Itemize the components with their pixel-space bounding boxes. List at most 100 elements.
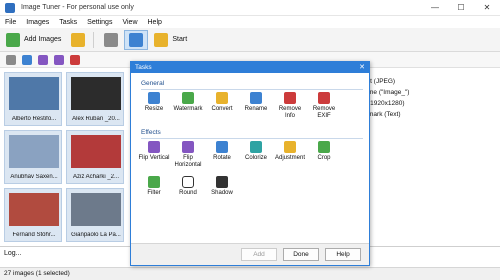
thumbnail-grid: Alberto Restifo... Alex Ruban _20... Anu… [0, 68, 135, 246]
task-label: Resize [144, 106, 164, 112]
thumbnail-item[interactable]: Gianpaolo La Pa... [66, 188, 124, 242]
list-view-icon [104, 32, 119, 47]
thumbnail-image [71, 193, 121, 226]
dialog-title: Tasks [135, 64, 152, 71]
add-images-icon [6, 32, 20, 47]
task-crop[interactable]: Crop [307, 141, 341, 173]
effects-section-label: Effects [141, 129, 161, 136]
task-label: Remove EXIF [312, 106, 336, 119]
info-line: (1920x1280) [368, 100, 405, 107]
menu-bar: File Images Tasks Settings View Help [0, 16, 500, 28]
thumbnail-image [9, 193, 59, 226]
tasks-icon [129, 32, 144, 47]
start-button[interactable]: Start [150, 30, 191, 50]
view-list-button[interactable] [100, 30, 122, 50]
refresh-icon[interactable] [22, 54, 32, 65]
general-section-label: General [141, 80, 165, 87]
title-bar: Image Tuner - For personal use only — ☐ … [0, 0, 500, 16]
round-icon [182, 176, 194, 188]
tasks-button[interactable] [124, 29, 149, 50]
menu-images[interactable]: Images [21, 19, 54, 26]
thumbnail-image [9, 135, 59, 168]
thumbnail-label: Aziz Acharki _2... [72, 174, 120, 180]
thumbnail-label: Alberto Restifo... [11, 116, 57, 122]
menu-view[interactable]: View [117, 19, 142, 26]
add-images-label: Add Images [24, 36, 62, 43]
status-text: 27 images (1 selected) [4, 270, 70, 277]
sort-icon[interactable] [38, 54, 48, 65]
task-flip-horizontal[interactable]: Flip Horizontal [171, 141, 205, 173]
menu-file[interactable]: File [0, 19, 21, 26]
filter-effect-icon [148, 176, 160, 188]
task-label: Rotate [213, 155, 231, 161]
thumbnail-item[interactable]: Alex Ruban _20... [66, 72, 124, 126]
task-resize[interactable]: Resize [137, 92, 171, 124]
watermark-icon [182, 92, 194, 104]
thumbnail-item[interactable]: Fernand Stöhr... [4, 188, 62, 242]
task-convert[interactable]: Convert [205, 92, 239, 124]
thumbnail-item[interactable]: Aziz Acharki _2... [66, 130, 124, 184]
rename-icon [250, 92, 262, 104]
minimize-button[interactable]: — [422, 0, 448, 16]
task-remove-info[interactable]: Remove Info [273, 92, 307, 124]
add-folder-button[interactable] [67, 30, 89, 50]
maximize-button[interactable]: ☐ [448, 0, 474, 16]
thumbnail-image [9, 77, 59, 110]
task-round[interactable]: Round [171, 176, 205, 208]
close-button[interactable]: ✕ [474, 0, 500, 16]
lightning-icon [154, 32, 169, 47]
done-button[interactable]: Done [283, 248, 319, 261]
thumbnail-item[interactable]: Alberto Restifo... [4, 72, 62, 126]
task-label: Remove Info [278, 106, 302, 119]
log-label[interactable]: Log... [4, 250, 22, 257]
add-button[interactable]: Add [241, 248, 277, 261]
add-folder-icon [71, 32, 86, 47]
remove-icon[interactable] [70, 54, 80, 65]
task-label: Adjustment [274, 155, 305, 161]
help-button[interactable]: Help [325, 248, 361, 261]
flip-horizontal-icon [182, 141, 194, 153]
task-filter[interactable]: Filter [137, 176, 171, 208]
eye-icon[interactable] [6, 54, 16, 65]
dialog-close-icon[interactable]: ✕ [359, 62, 365, 73]
task-label: Convert [211, 106, 233, 112]
main-toolbar: Add Images Start [0, 28, 500, 52]
thumbnail-label: Gianpaolo La Pa... [71, 232, 121, 238]
task-flip-vertical[interactable]: Flip Vertical [137, 141, 171, 173]
task-label: Round [179, 190, 197, 196]
window-title: Image Tuner - For personal use only [21, 4, 134, 11]
task-rotate[interactable]: Rotate [205, 141, 239, 173]
menu-settings[interactable]: Settings [82, 19, 117, 26]
info-line: rt (JPEG) [368, 78, 396, 85]
task-watermark[interactable]: Watermark [171, 92, 205, 124]
menu-help[interactable]: Help [143, 19, 167, 26]
remove-exif-icon [318, 92, 330, 104]
filter-icon[interactable] [54, 54, 64, 65]
colorize-icon [250, 141, 262, 153]
window-controls: — ☐ ✕ [422, 0, 500, 16]
start-label: Start [172, 36, 188, 43]
task-remove-exif[interactable]: Remove EXIF [307, 92, 341, 124]
thumbnail-image [71, 77, 121, 110]
task-colorize[interactable]: Colorize [239, 141, 273, 173]
add-images-button[interactable]: Add Images [2, 30, 65, 50]
status-bar: 27 images (1 selected) [0, 267, 500, 280]
task-label: Flip Horizontal [174, 155, 202, 168]
thumbnail-image [71, 135, 121, 168]
flip-vertical-icon [148, 141, 160, 153]
task-adjustment[interactable]: Adjustment [273, 141, 307, 173]
rotate-icon [216, 141, 228, 153]
task-shadow[interactable]: Shadow [205, 176, 239, 208]
tasks-dialog: Tasks ✕ General Resize Watermark Convert… [130, 61, 370, 266]
section-divider [141, 89, 363, 90]
task-rename[interactable]: Rename [239, 92, 273, 124]
menu-tasks[interactable]: Tasks [54, 19, 82, 26]
task-label: Flip Vertical [138, 155, 170, 161]
task-label: Crop [317, 155, 331, 161]
thumbnail-item[interactable]: Anubhav Saxen... [4, 130, 62, 184]
task-label: Rename [244, 106, 268, 112]
resize-icon [148, 92, 160, 104]
thumbnail-label: Alex Ruban _20... [72, 116, 120, 122]
thumbnail-label: Fernand Stöhr... [12, 232, 56, 238]
app-icon [5, 2, 15, 13]
